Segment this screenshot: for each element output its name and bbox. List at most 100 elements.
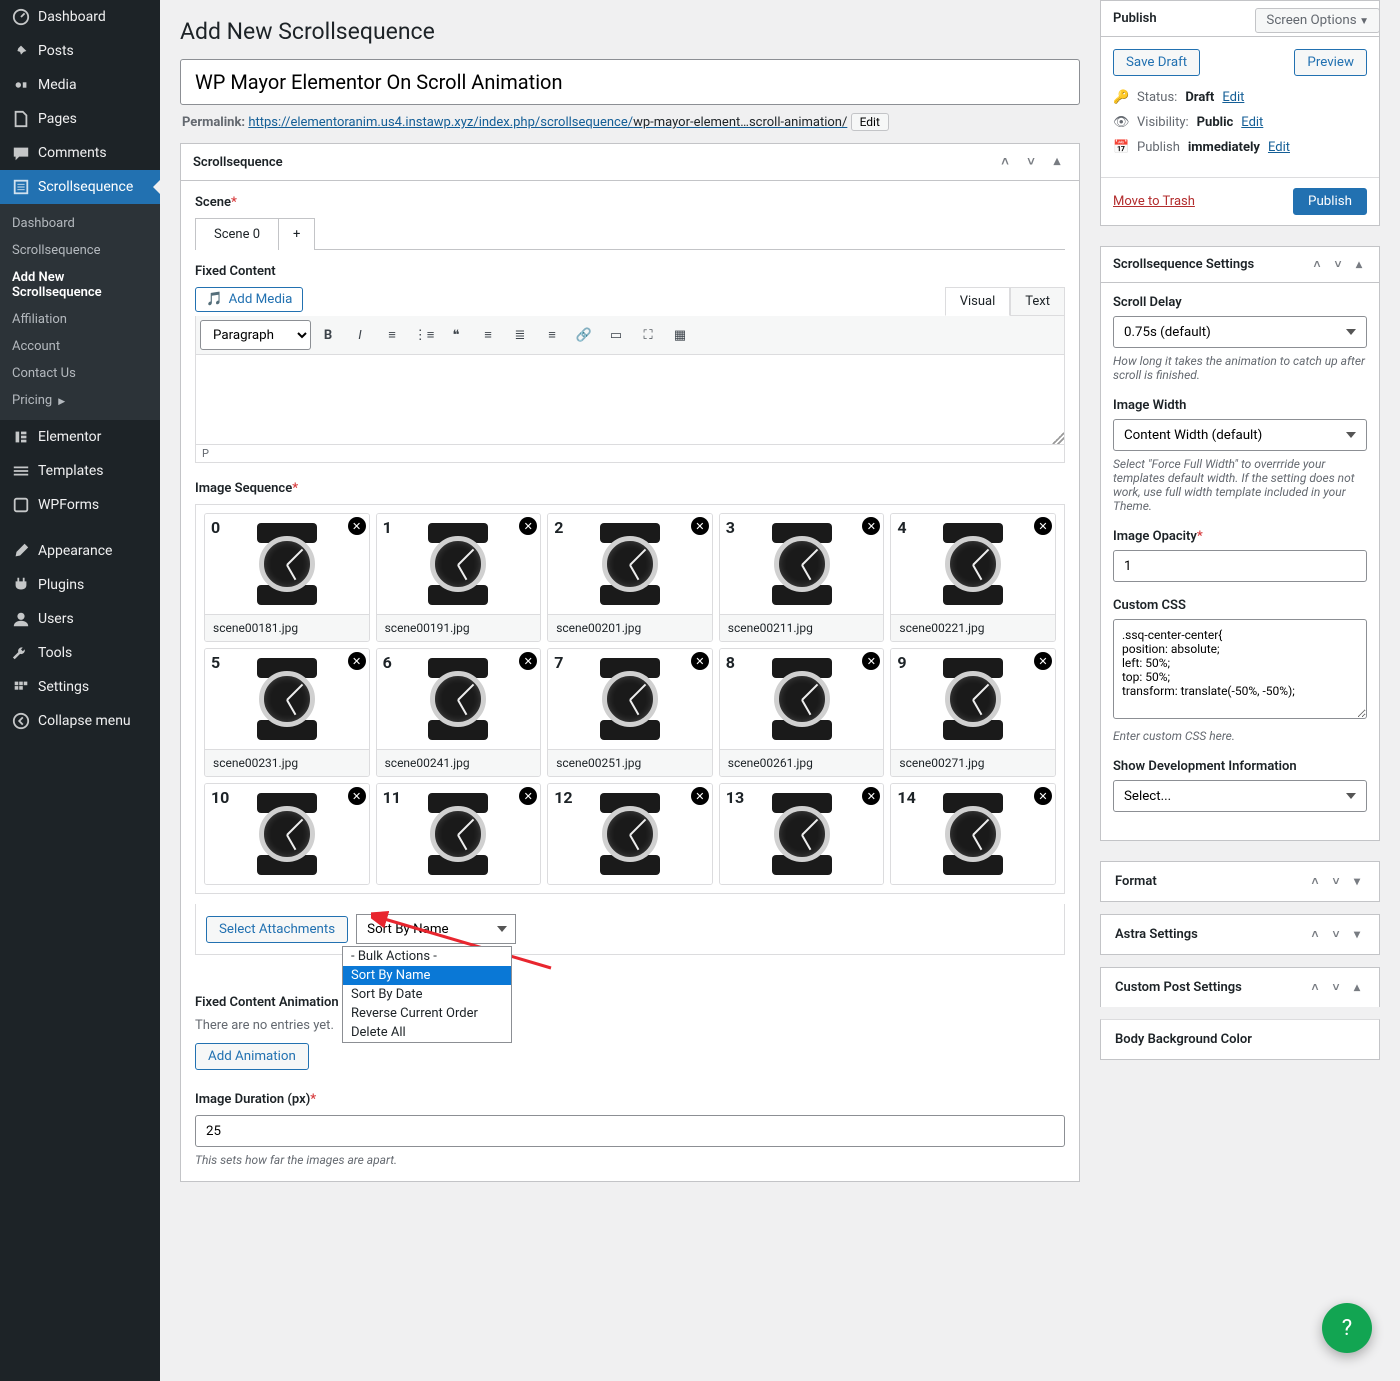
collapse-icon[interactable]: ▾ (1349, 927, 1365, 942)
edit-status-link[interactable]: Edit (1222, 90, 1244, 105)
sort-option[interactable]: Reverse Current Order (343, 1004, 511, 1023)
sub-scrollsequence[interactable]: Scrollsequence (0, 237, 160, 264)
sidebar-item-media[interactable]: Media (0, 68, 160, 102)
preview-button[interactable]: Preview (1294, 49, 1367, 76)
publish-button[interactable]: Publish (1293, 188, 1367, 215)
sort-option[interactable]: - Bulk Actions - (343, 947, 511, 966)
image-width-select[interactable]: Content Width (default) (1113, 419, 1367, 451)
css-textarea[interactable] (1113, 619, 1367, 719)
quote-button[interactable]: ❝ (441, 320, 471, 350)
select-attachments-button[interactable]: Select Attachments (206, 916, 348, 943)
sort-select[interactable]: Sort By Name (356, 914, 516, 944)
image-duration-input[interactable] (195, 1115, 1065, 1147)
sidebar-item-users[interactable]: Users (0, 602, 160, 636)
fullscreen-button[interactable]: ⛶ (633, 320, 663, 350)
astra-panel[interactable]: Astra Settings˄˅▾ (1100, 914, 1380, 955)
image-item[interactable]: 1 ✕ scene00191.jpg (376, 513, 542, 642)
image-item[interactable]: 7 ✕ scene00251.jpg (547, 648, 713, 777)
ul-button[interactable]: ≡ (377, 320, 407, 350)
sort-option[interactable]: Sort By Date (343, 985, 511, 1004)
image-item[interactable]: 0 ✕ scene00181.jpg (204, 513, 370, 642)
image-item[interactable]: 3 ✕ scene00211.jpg (719, 513, 885, 642)
chevron-up-icon[interactable]: ˄ (995, 154, 1015, 170)
chevron-down-icon[interactable]: ˅ (1328, 927, 1344, 942)
image-item[interactable]: 11 ✕ (376, 783, 542, 885)
remove-image-icon[interactable]: ✕ (348, 787, 366, 805)
screen-options-button[interactable]: Screen Options (1255, 8, 1380, 33)
collapse-icon[interactable]: ▾ (1349, 874, 1365, 889)
edit-publish-link[interactable]: Edit (1268, 140, 1290, 155)
sort-option[interactable]: Sort By Name (343, 966, 511, 985)
sort-option[interactable]: Delete All (343, 1023, 511, 1042)
sidebar-item-posts[interactable]: Posts (0, 34, 160, 68)
sub-affiliation[interactable]: Affiliation (0, 306, 160, 333)
chevron-down-icon[interactable]: ˅ (1021, 154, 1041, 170)
toolbar-toggle-button[interactable]: ▦ (665, 320, 695, 350)
trash-link[interactable]: Move to Trash (1113, 194, 1195, 209)
image-item[interactable]: 14 ✕ (890, 783, 1056, 885)
text-tab[interactable]: Text (1010, 287, 1065, 316)
remove-image-icon[interactable]: ✕ (691, 787, 709, 805)
format-panel[interactable]: Format˄˅▾ (1100, 861, 1380, 902)
chevron-up-icon[interactable]: ˄ (1307, 874, 1323, 889)
help-fab-button[interactable]: ? (1322, 1303, 1372, 1353)
post-title-input[interactable] (180, 59, 1080, 105)
permalink-edit-button[interactable]: Edit (851, 113, 889, 131)
opacity-input[interactable] (1113, 550, 1367, 582)
sidebar-item-collapse[interactable]: Collapse menu (0, 704, 160, 738)
sub-dashboard[interactable]: Dashboard (0, 210, 160, 237)
sidebar-item-wpforms[interactable]: WPForms (0, 488, 160, 522)
collapse-icon[interactable]: ▴ (1047, 154, 1067, 170)
sidebar-item-comments[interactable]: Comments (0, 136, 160, 170)
link-button[interactable]: 🔗 (569, 320, 599, 350)
add-scene-button[interactable]: + (279, 218, 315, 250)
add-media-button[interactable]: 🎵Add Media (195, 287, 303, 312)
sidebar-item-elementor[interactable]: Elementor (0, 420, 160, 454)
bold-button[interactable]: B (313, 320, 343, 350)
sidebar-item-settings[interactable]: Settings (0, 670, 160, 704)
permalink-link[interactable]: https://elementoranim.us4.instawp.xyz/in… (248, 115, 847, 130)
chevron-up-icon[interactable]: ˄ (1309, 257, 1325, 272)
sidebar-item-plugins[interactable]: Plugins (0, 568, 160, 602)
image-item[interactable]: 5 ✕ scene00231.jpg (204, 648, 370, 777)
scene-tab-0[interactable]: Scene 0 (195, 218, 279, 250)
edit-visibility-link[interactable]: Edit (1241, 115, 1263, 130)
chevron-down-icon[interactable]: ˅ (1328, 980, 1344, 995)
paragraph-select[interactable]: Paragraph (200, 320, 311, 350)
sidebar-item-appearance[interactable]: Appearance (0, 534, 160, 568)
visual-tab[interactable]: Visual (945, 287, 1011, 316)
sidebar-item-scrollsequence[interactable]: Scrollsequence (0, 170, 160, 204)
sidebar-item-dashboard[interactable]: Dashboard (0, 0, 160, 34)
sidebar-item-pages[interactable]: Pages (0, 102, 160, 136)
remove-image-icon[interactable]: ✕ (348, 517, 366, 535)
image-item[interactable]: 12 ✕ (547, 783, 713, 885)
image-item[interactable]: 13 ✕ (719, 783, 885, 885)
sub-account[interactable]: Account (0, 333, 160, 360)
sub-add-new[interactable]: Add New Scrollsequence (0, 264, 160, 306)
align-left-button[interactable]: ≡ (473, 320, 503, 350)
image-item[interactable]: 2 ✕ scene00201.jpg (547, 513, 713, 642)
remove-image-icon[interactable]: ✕ (691, 652, 709, 670)
image-item[interactable]: 10 ✕ (204, 783, 370, 885)
chevron-up-icon[interactable]: ˄ (1307, 927, 1323, 942)
image-item[interactable]: 9 ✕ scene00271.jpg (890, 648, 1056, 777)
sub-contact[interactable]: Contact Us (0, 360, 160, 387)
chevron-down-icon[interactable]: ˅ (1330, 257, 1346, 272)
remove-image-icon[interactable]: ✕ (348, 652, 366, 670)
readmore-button[interactable]: ▭ (601, 320, 631, 350)
collapse-icon[interactable]: ▴ (1349, 980, 1365, 995)
collapse-icon[interactable]: ▴ (1351, 257, 1367, 272)
sub-pricing[interactable]: Pricing (0, 387, 160, 414)
custom-post-panel[interactable]: Custom Post Settings˄˅▴ (1100, 967, 1380, 1007)
remove-image-icon[interactable]: ✕ (1034, 652, 1052, 670)
italic-button[interactable]: I (345, 320, 375, 350)
image-item[interactable]: 4 ✕ scene00221.jpg (890, 513, 1056, 642)
align-center-button[interactable]: ≣ (505, 320, 535, 350)
add-animation-button[interactable]: Add Animation (195, 1043, 309, 1070)
image-item[interactable]: 6 ✕ scene00241.jpg (376, 648, 542, 777)
save-draft-button[interactable]: Save Draft (1113, 49, 1200, 76)
dev-info-select[interactable]: Select... (1113, 780, 1367, 812)
remove-image-icon[interactable]: ✕ (1034, 787, 1052, 805)
sidebar-item-tools[interactable]: Tools (0, 636, 160, 670)
image-item[interactable]: 8 ✕ scene00261.jpg (719, 648, 885, 777)
